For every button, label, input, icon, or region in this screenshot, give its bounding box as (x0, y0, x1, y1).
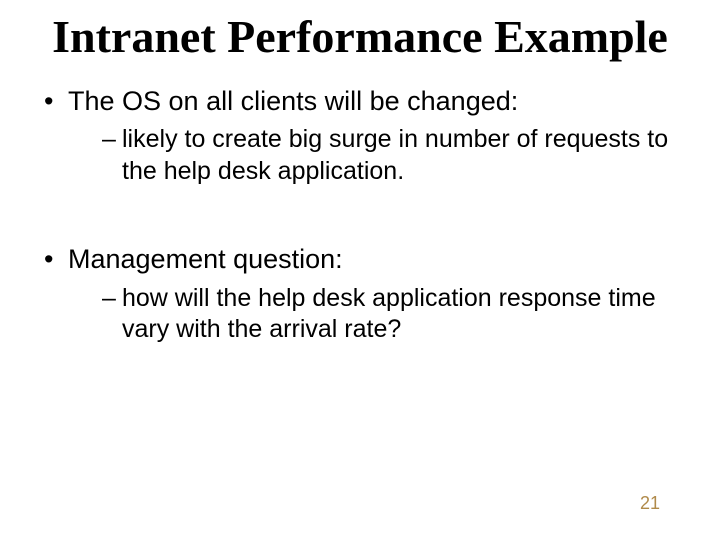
sub-bullet-text: how will the help desk application respo… (122, 284, 656, 343)
bullet-text: Management question: (68, 244, 343, 274)
bullet-item: Management question: how will the help d… (44, 243, 690, 345)
bullet-text: The OS on all clients will be changed: (68, 86, 518, 116)
bullet-list: The OS on all clients will be changed: l… (30, 85, 690, 187)
page-number: 21 (640, 493, 660, 514)
sub-bullet-list: likely to create big surge in number of … (68, 124, 690, 187)
bullet-list: Management question: how will the help d… (30, 243, 690, 345)
sub-bullet-item: likely to create big surge in number of … (102, 124, 690, 187)
slide: Intranet Performance Example The OS on a… (0, 0, 720, 540)
bullet-item: The OS on all clients will be changed: l… (44, 85, 690, 187)
slide-title: Intranet Performance Example (30, 12, 690, 63)
spacer (30, 195, 690, 243)
sub-bullet-list: how will the help desk application respo… (68, 283, 690, 346)
sub-bullet-text: likely to create big surge in number of … (122, 125, 668, 184)
sub-bullet-item: how will the help desk application respo… (102, 283, 690, 346)
